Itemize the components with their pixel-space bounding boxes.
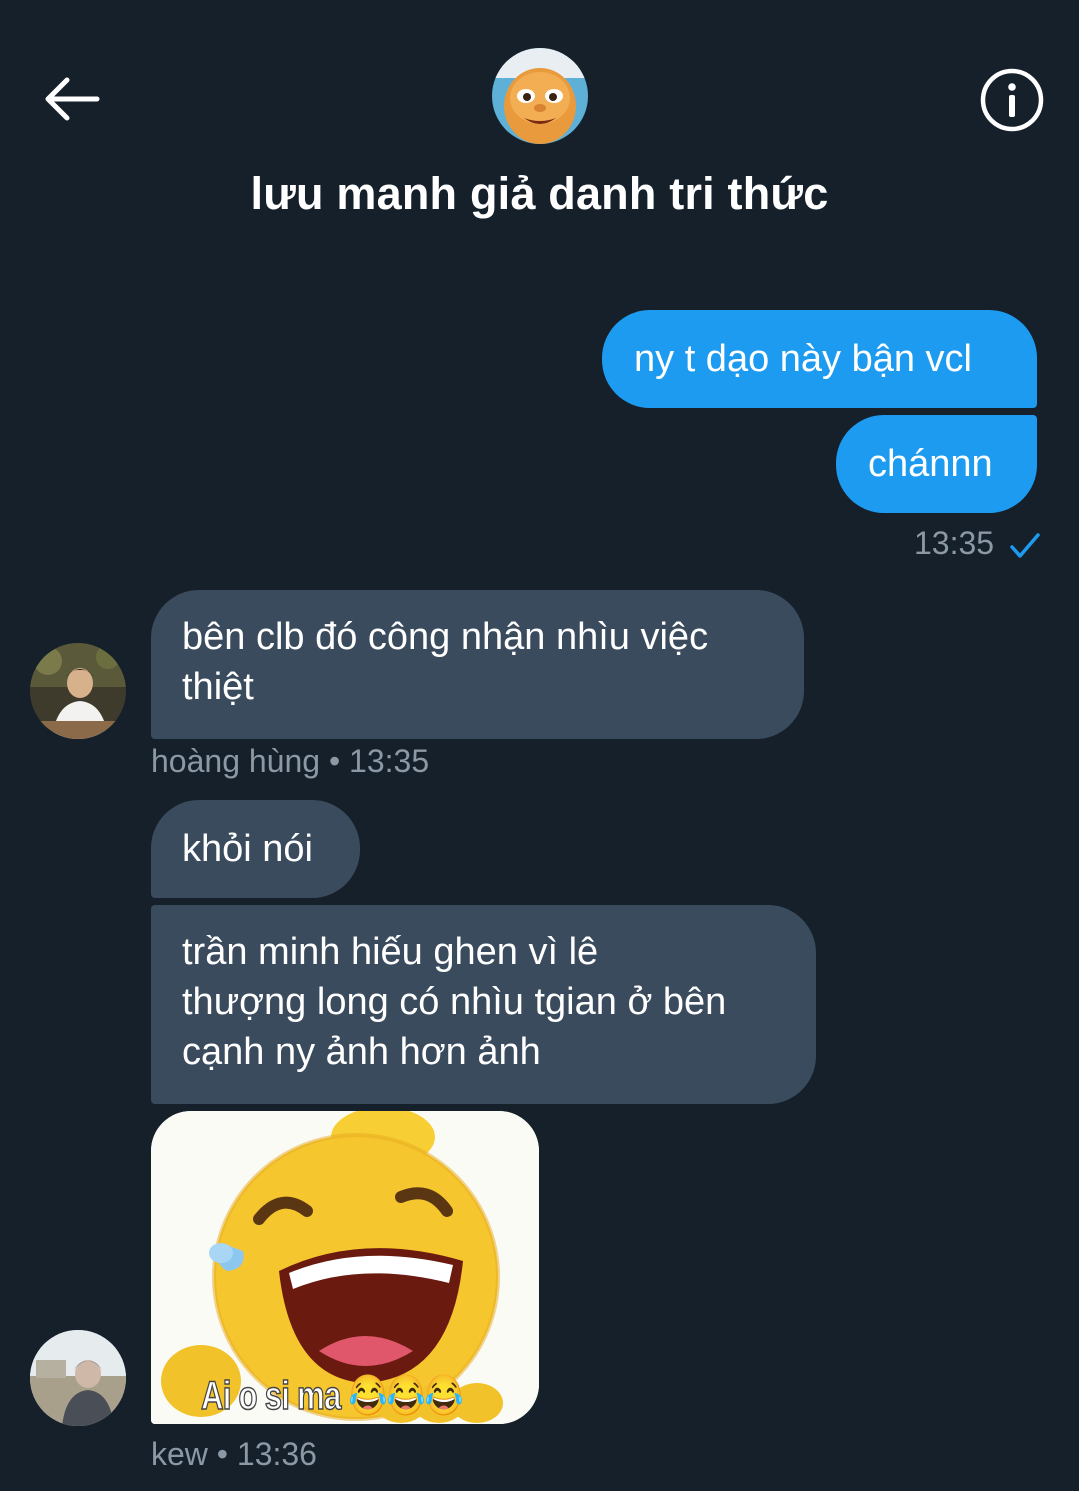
conversation-info-button[interactable] xyxy=(978,66,1046,134)
avatar[interactable] xyxy=(30,1330,126,1426)
incoming-message[interactable]: trần minh hiếu ghen vì lê thượng long có… xyxy=(151,905,816,1104)
info-icon xyxy=(980,68,1044,132)
message-text-line: trần minh hiếu ghen vì lê xyxy=(182,931,599,973)
checkmark-icon xyxy=(1010,533,1040,558)
message-time: 13:35 xyxy=(914,525,995,561)
outgoing-message[interactable]: ny t dạo này bận vcl xyxy=(602,310,1037,408)
message-text-line: cạnh ny ảnh hơn ảnh xyxy=(182,1031,541,1073)
message-text-line: thiệt xyxy=(182,666,254,708)
message-text-line: khỏi nói xyxy=(182,828,313,870)
sticker-caption: Ai o si ma 😂😂😂 xyxy=(200,1373,464,1419)
conversation-title: lưu manh giả danh tri thức xyxy=(250,168,829,219)
incoming-message[interactable]: bên clb đó công nhận nhìu việc thiệt xyxy=(151,590,804,739)
group-avatar[interactable] xyxy=(492,48,588,144)
message-text-line: thượng long có nhìu tgian ở bên xyxy=(182,981,727,1023)
laughing-emoji-sticker[interactable]: Ai o si ma 😂😂😂 xyxy=(151,1111,539,1424)
sender-meta: kew • 13:36 xyxy=(151,1436,317,1472)
message-text: ny t dạo này bận vcl xyxy=(634,338,972,380)
outgoing-message[interactable]: chánnn xyxy=(836,415,1037,513)
outgoing-meta: 13:35 xyxy=(914,523,1041,563)
incoming-message[interactable]: khỏi nói xyxy=(151,800,360,898)
message-text-line: bên clb đó công nhận nhìu việc xyxy=(182,616,709,658)
avatar[interactable] xyxy=(30,643,126,739)
arrow-left-icon xyxy=(45,77,100,121)
back-button[interactable] xyxy=(38,68,104,130)
sender-meta: hoàng hùng • 13:35 xyxy=(151,743,430,779)
message-text: chánnn xyxy=(868,443,993,485)
